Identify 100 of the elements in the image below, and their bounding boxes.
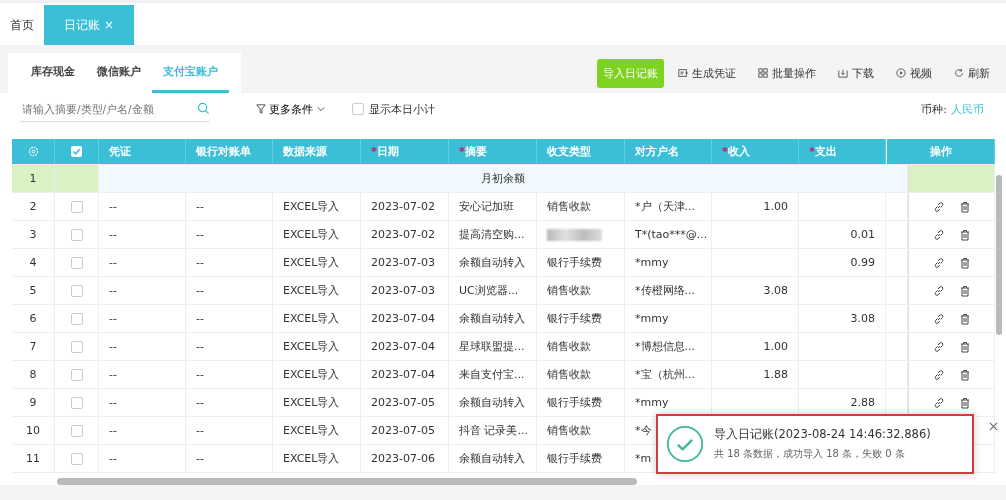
table-cell: 销售收款 [547,283,591,298]
table-cell: 2023-07-03 [371,284,435,297]
row-checkbox[interactable] [70,424,83,437]
table-cell: 2023-07-04 [371,312,435,325]
table-cell: 3.08 [850,312,875,325]
toolbar-button[interactable]: 下载 [830,65,882,81]
table-cell: 星球联盟提... [459,339,525,354]
trash-icon[interactable] [958,368,971,381]
row-checkbox[interactable] [70,368,83,381]
row-number: 5 [29,284,37,297]
table-cell: EXCEL导入 [283,339,340,354]
row-checkbox[interactable] [70,340,83,353]
link-icon[interactable] [932,368,945,381]
trash-icon[interactable] [958,200,971,213]
more-filters-button[interactable]: 更多条件 [250,100,332,118]
table-cell: EXCEL导入 [283,311,340,326]
table-cell: -- [109,396,117,409]
table-cell: 2023-07-03 [371,256,435,269]
table-cell: 2023-07-06 [371,452,435,465]
checkbox[interactable] [352,103,364,115]
trash-icon[interactable] [958,396,971,409]
link-icon[interactable] [932,312,945,325]
table-cell: 2.88 [850,396,875,409]
toolbar-button[interactable]: 视频 [888,65,940,81]
row-number: 6 [29,312,37,325]
check-circle-icon [666,425,704,463]
row-checkbox[interactable] [70,312,83,325]
trash-icon[interactable] [958,256,971,269]
column-header: *收入 [722,144,750,159]
select-all-checkbox[interactable] [71,146,82,157]
table-cell: -- [196,228,204,241]
column-header: *支出 [809,144,837,159]
column-header: *摘要 [459,144,487,159]
account-tab[interactable]: 库存现金 [20,53,86,93]
table-cell: 提高清空购... [459,227,525,242]
row-number: 10 [26,424,40,437]
table-cell: -- [196,284,204,297]
table-cell: -- [196,340,204,353]
row-number: 3 [29,228,37,241]
table-cell: T*(tao***@... [635,228,708,241]
link-icon[interactable] [932,228,945,241]
toolbar-button[interactable]: 生成凭证 [670,65,744,81]
filter-icon [256,104,266,114]
table-cell: EXCEL导入 [283,255,340,270]
table-cell: 2023-07-04 [371,368,435,381]
trash-icon[interactable] [958,228,971,241]
toolbar-button[interactable]: 刷新 [946,65,998,81]
toolbar-button[interactable]: 批量操作 [750,65,824,81]
close-icon[interactable] [989,422,998,431]
table-cell: -- [196,312,204,325]
row-checkbox[interactable] [70,284,83,297]
table-cell: 1.88 [763,368,788,381]
table-cell: 0.99 [850,256,875,269]
table-cell: *m [635,452,652,465]
table-cell: 余额自动转入 [459,451,525,466]
row-checkbox[interactable] [70,452,83,465]
table-cell: EXCEL导入 [283,451,340,466]
trash-icon[interactable] [958,340,971,353]
table-cell: -- [196,256,204,269]
table-cell: -- [196,396,204,409]
table-cell: 抖音 记录美... [459,423,528,438]
row-number: 2 [29,200,37,213]
account-tab[interactable]: 微信账户 [86,53,152,93]
trash-icon[interactable] [958,284,971,297]
link-icon[interactable] [932,284,945,297]
vertical-scrollbar[interactable] [996,175,1002,335]
table-cell: 3.08 [763,284,788,297]
table-cell: -- [109,228,117,241]
table-cell: *mmy [635,256,669,269]
row-checkbox[interactable] [70,396,83,409]
table-cell: EXCEL导入 [283,423,340,438]
table-cell: 余额自动转入 [459,255,525,270]
row-number: 1 [12,165,55,192]
row-number: 9 [29,396,37,409]
row-number: 11 [26,452,40,465]
table-cell: 银行手续费 [547,255,602,270]
link-icon[interactable] [932,340,945,353]
horizontal-scrollbar[interactable] [57,478,637,485]
column-header: *日期 [371,144,399,159]
column-header: 凭证 [109,144,131,159]
table-cell: 销售收款 [547,367,591,382]
link-icon[interactable] [932,396,945,409]
table-cell: *今 [635,423,652,438]
table-cell: -- [109,340,117,353]
document-icon [678,68,688,78]
row-checkbox[interactable] [70,200,83,213]
table-cell: EXCEL导入 [283,367,340,382]
download-icon [838,68,848,78]
row-checkbox[interactable] [70,256,83,269]
table-cell: *mmy [635,396,669,409]
table-cell: -- [109,368,117,381]
link-icon[interactable] [932,200,945,213]
table-cell: 银行手续费 [547,451,602,466]
row-checkbox[interactable] [70,228,83,241]
link-icon[interactable] [932,256,945,269]
table-cell: 银行手续费 [547,311,602,326]
trash-icon[interactable] [958,312,971,325]
table-cell: *户（天津... [635,199,695,214]
table-cell: *传橙网络... [635,283,695,298]
row-number: 8 [29,368,37,381]
